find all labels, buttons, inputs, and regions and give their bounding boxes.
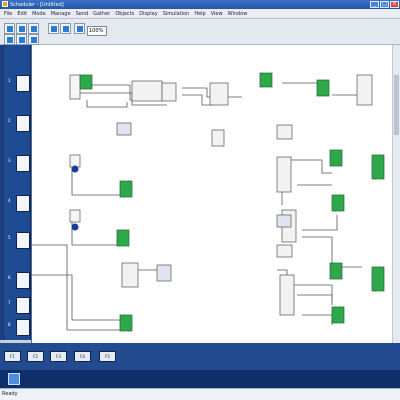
block-diagram[interactable] — [32, 45, 393, 343]
blue-sensor-icon — [71, 165, 79, 173]
const-block[interactable] — [276, 244, 293, 258]
app-icon — [2, 1, 8, 7]
display-block[interactable] — [156, 264, 172, 282]
palette-number: 7 — [8, 300, 11, 305]
maximize-icon[interactable]: □ — [380, 1, 389, 8]
block-palette: 1 2 3 4 5 6 7 8 — [5, 45, 31, 340]
tab-f5[interactable]: F5 — [99, 351, 116, 362]
taskbar — [0, 370, 400, 388]
blocks[interactable] — [69, 72, 385, 332]
toolbar — [0, 19, 400, 45]
green-block[interactable] — [329, 262, 343, 280]
wire-icon[interactable] — [16, 34, 27, 45]
vertical-scrollbar[interactable] — [392, 45, 400, 343]
green-block[interactable] — [331, 306, 345, 324]
status-bar: Ready — [0, 388, 400, 400]
zoom-select[interactable]: 100% — [87, 26, 107, 36]
open-icon[interactable] — [16, 23, 27, 34]
palette-number: 6 — [8, 275, 11, 280]
green-block[interactable] — [119, 180, 133, 198]
palette-item-4[interactable] — [16, 195, 30, 212]
green-block[interactable] — [329, 149, 343, 167]
menu-simulation[interactable]: Simulation — [163, 11, 190, 17]
menu-edit[interactable]: Edit — [17, 11, 27, 17]
palette-item-5[interactable] — [16, 232, 30, 249]
palette-item-8[interactable] — [16, 319, 30, 336]
menu-window[interactable]: Window — [228, 11, 248, 17]
green-block[interactable] — [371, 266, 385, 292]
new-icon[interactable] — [4, 23, 15, 34]
input-block[interactable] — [69, 74, 81, 100]
mux-block[interactable] — [209, 82, 229, 106]
green-block[interactable] — [259, 72, 273, 88]
function-block[interactable] — [121, 262, 139, 288]
empty-block[interactable] — [211, 129, 225, 147]
menu-bar: File Edit Mode Manage Send Gather Object… — [0, 9, 400, 19]
menu-objects[interactable]: Objects — [115, 11, 134, 17]
blue-sensor-icon — [71, 223, 79, 231]
window-controls: _ □ × — [370, 1, 399, 8]
pointer-icon[interactable] — [4, 34, 15, 45]
green-block[interactable] — [316, 79, 330, 97]
scroll-thumb[interactable] — [394, 75, 399, 135]
palette-number: 3 — [8, 158, 11, 163]
green-block[interactable] — [116, 229, 130, 247]
palette-item-1[interactable] — [16, 75, 30, 92]
save-icon[interactable] — [28, 23, 39, 34]
function-block[interactable] — [131, 80, 163, 102]
const-block[interactable] — [276, 124, 293, 140]
menu-file[interactable]: File — [4, 11, 12, 17]
palette-item-7[interactable] — [16, 297, 30, 314]
palette-item-3[interactable] — [16, 155, 30, 172]
menu-gather[interactable]: Gather — [93, 11, 110, 17]
status-text: Ready — [2, 391, 18, 397]
function-block[interactable] — [276, 156, 292, 193]
minimize-icon[interactable]: _ — [370, 1, 379, 8]
display-block[interactable] — [116, 122, 132, 136]
tab-f4[interactable]: F4 — [74, 351, 91, 362]
palette-number: 5 — [8, 235, 11, 240]
text-icon[interactable] — [28, 34, 39, 45]
zoom-icon[interactable] — [74, 23, 85, 34]
green-block[interactable] — [371, 154, 385, 180]
display-block[interactable] — [276, 214, 292, 228]
palette-number: 4 — [8, 198, 11, 203]
menu-help[interactable]: Help — [194, 11, 205, 17]
output-block[interactable] — [356, 74, 373, 106]
palette-number: 2 — [8, 118, 11, 123]
window-title: Scheduler - [Untitled] — [10, 1, 64, 8]
menu-send[interactable]: Send — [76, 11, 89, 17]
tab-f3[interactable]: F3 — [50, 351, 67, 362]
help-icon[interactable] — [60, 23, 71, 34]
tab-f1[interactable]: F1 — [4, 351, 21, 362]
palette-number: 1 — [8, 78, 11, 83]
close-icon[interactable]: × — [390, 1, 399, 8]
green-block[interactable] — [79, 74, 93, 90]
sensor-block[interactable] — [69, 154, 81, 168]
palette-item-2[interactable] — [16, 115, 30, 132]
green-block[interactable] — [331, 194, 345, 212]
cut-icon[interactable] — [48, 23, 59, 34]
menu-display[interactable]: Display — [139, 11, 157, 17]
menu-view[interactable]: View — [211, 11, 223, 17]
menu-mode[interactable]: Mode — [32, 11, 46, 17]
sensor-block[interactable] — [69, 209, 81, 223]
tab-f2[interactable]: F2 — [27, 351, 44, 362]
selector-block[interactable] — [161, 82, 177, 102]
menu-manage[interactable]: Manage — [51, 11, 71, 17]
bottom-toolbar: F1 F2 F3 F4 F5 — [0, 343, 400, 370]
function-block[interactable] — [279, 274, 295, 316]
task-app-icon[interactable] — [8, 373, 20, 385]
wires — [32, 82, 362, 331]
palette-number: 8 — [8, 322, 11, 327]
diagram-canvas[interactable] — [31, 45, 400, 343]
palette-item-6[interactable] — [16, 272, 30, 289]
title-bar: Scheduler - [Untitled] _ □ × — [0, 0, 400, 9]
green-block[interactable] — [119, 314, 133, 332]
